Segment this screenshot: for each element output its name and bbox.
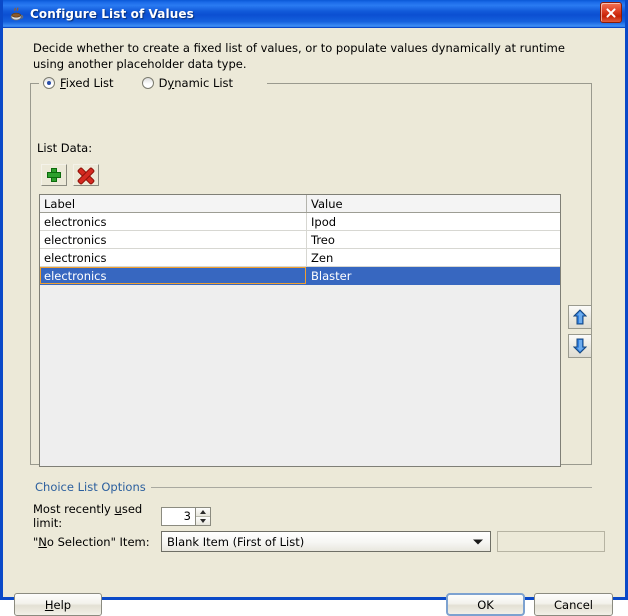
no-selection-item-row: "No Selection" Item: Blank Item (First o…	[33, 531, 605, 552]
no-selection-extra-field	[497, 531, 605, 552]
radio-dynamic-list[interactable]: Dynamic List	[141, 76, 234, 90]
table-row[interactable]: electronics Treo	[40, 230, 560, 249]
help-button[interactable]: Help	[14, 593, 102, 616]
stepper-down-icon[interactable]	[196, 516, 210, 525]
list-data-toolbar	[41, 164, 99, 186]
no-selection-item-label: "No Selection" Item:	[33, 534, 150, 549]
ok-button[interactable]: OK	[446, 593, 525, 616]
plus-icon	[46, 167, 62, 183]
list-data-table-container[interactable]: Label Value electronics Ipod electronics…	[39, 194, 561, 467]
arrow-down-icon	[573, 338, 587, 354]
cell-value[interactable]: Zen	[306, 248, 560, 267]
table-header-row: Label Value	[40, 195, 560, 213]
column-header-label[interactable]: Label	[40, 195, 307, 213]
mru-limit-stepper-buttons	[195, 507, 210, 525]
move-up-button[interactable]	[568, 305, 592, 329]
delete-button[interactable]	[73, 164, 99, 186]
button-bar-separator	[3, 579, 625, 580]
dialog-client-area: Decide whether to create a fixed list of…	[3, 28, 625, 616]
cell-label[interactable]: electronics	[40, 248, 307, 267]
list-type-radio-group: Fixed List Dynamic List	[39, 75, 268, 91]
stepper-up-icon[interactable]	[196, 507, 210, 517]
mru-limit-row: Most recently used limit:	[33, 502, 211, 530]
radio-dynamic-list-indicator[interactable]	[141, 77, 154, 89]
list-data-table: Label Value electronics Ipod electronics…	[40, 195, 560, 285]
cell-value[interactable]: Treo	[306, 230, 560, 249]
reorder-buttons	[568, 305, 592, 358]
table-row[interactable]: electronics Zen	[40, 248, 560, 267]
mru-limit-input[interactable]	[162, 507, 195, 525]
chevron-down-icon	[473, 539, 483, 544]
table-row[interactable]: electronics Ipod	[40, 212, 560, 231]
table-row-selected[interactable]: electronics Blaster	[40, 266, 560, 285]
cancel-button[interactable]: Cancel	[534, 593, 613, 616]
move-down-button[interactable]	[568, 334, 592, 358]
dialog-description: Decide whether to create a fixed list of…	[33, 41, 565, 71]
radio-fixed-list[interactable]: Fixed List	[43, 76, 114, 90]
cell-value[interactable]: Blaster	[306, 266, 560, 285]
window-title: Configure List of Values	[30, 6, 194, 21]
mru-limit-label: Most recently used limit:	[33, 502, 143, 530]
radio-dynamic-list-label: Dynamic List	[158, 76, 234, 90]
no-selection-item-dropdown[interactable]: Blank Item (First of List)	[161, 531, 491, 552]
title-bar: Configure List of Values	[3, 0, 625, 28]
mru-limit-stepper[interactable]	[161, 506, 211, 526]
java-coffee-cup-icon	[9, 6, 25, 22]
cell-value[interactable]: Ipod	[306, 212, 560, 231]
close-icon[interactable]	[600, 2, 622, 23]
radio-fixed-list-indicator[interactable]	[43, 77, 55, 89]
arrow-up-icon	[573, 309, 587, 325]
delete-x-icon	[78, 168, 94, 184]
column-header-value[interactable]: Value	[306, 195, 560, 213]
no-selection-item-value: Blank Item (First of List)	[167, 534, 305, 549]
cell-label[interactable]: electronics	[40, 266, 307, 285]
radio-fixed-list-label: Fixed List	[60, 76, 114, 90]
choice-list-options-title: Choice List Options	[35, 480, 151, 494]
list-data-label: List Data:	[37, 141, 93, 155]
cell-label[interactable]: electronics	[40, 230, 307, 249]
dialog-window: Configure List of Values Decide whether …	[0, 0, 628, 616]
cell-label[interactable]: electronics	[40, 212, 307, 231]
add-button[interactable]	[41, 164, 67, 186]
